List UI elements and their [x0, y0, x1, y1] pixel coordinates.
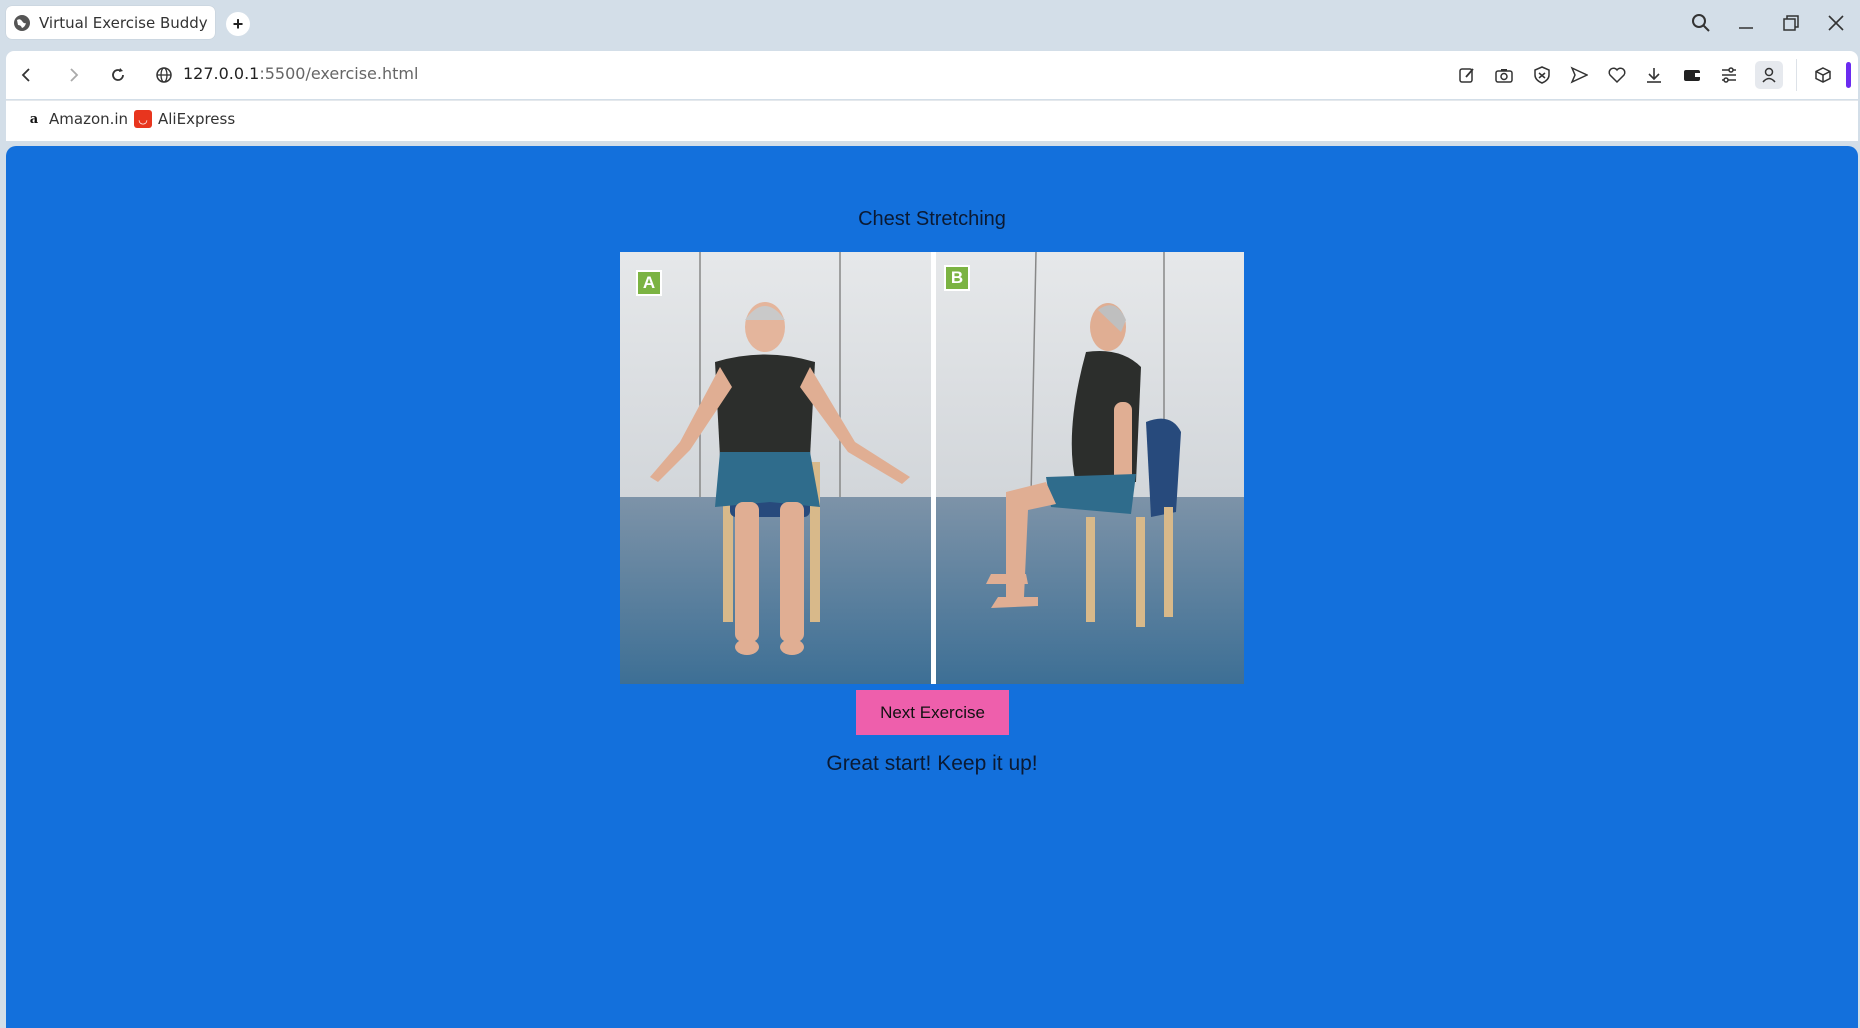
camera-icon[interactable]	[1493, 64, 1515, 86]
url-host: 127.0.0.1	[183, 64, 260, 83]
edit-icon[interactable]	[1456, 64, 1478, 86]
forward-icon[interactable]	[59, 61, 87, 89]
aliexpress-icon: ◡	[134, 110, 152, 128]
exercise-image-side-view: B	[936, 252, 1244, 684]
bookmarks-bar: a Amazon.in ◡ AliExpress	[6, 100, 1858, 141]
url-path: :5500/exercise.html	[259, 64, 419, 83]
site-info-icon[interactable]	[150, 61, 178, 89]
close-window-icon[interactable]	[1818, 8, 1854, 38]
page-content: Chest Stretching A B Next Exercise Great…	[6, 146, 1858, 1028]
exercise-title: Chest Stretching	[858, 208, 1006, 230]
search-tabs-icon[interactable]	[1683, 8, 1719, 38]
address-bar[interactable]: 127.0.0.1:5500/exercise.html	[183, 64, 418, 83]
browser-tab[interactable]: Virtual Exercise Buddy	[6, 6, 215, 39]
profile-icon[interactable]	[1755, 61, 1783, 89]
back-icon[interactable]	[13, 61, 41, 89]
browser-toolbar: 127.0.0.1:5500/exercise.html	[6, 51, 1858, 99]
send-icon[interactable]	[1568, 64, 1590, 86]
restore-icon[interactable]	[1773, 8, 1809, 38]
download-icon[interactable]	[1643, 64, 1665, 86]
new-tab-button[interactable]: +	[226, 12, 250, 36]
tab-strip: Virtual Exercise Buddy +	[0, 0, 1860, 48]
exercise-image: A B	[620, 252, 1244, 684]
settings-sliders-icon[interactable]	[1718, 64, 1740, 86]
bookmark-label: AliExpress	[158, 110, 236, 128]
extensions-box-icon[interactable]	[1812, 64, 1834, 86]
reload-icon[interactable]	[104, 61, 132, 89]
bookmark-amazon[interactable]: a Amazon.in	[25, 110, 128, 128]
minimize-icon[interactable]	[1728, 8, 1764, 38]
toolbar-divider	[1796, 59, 1797, 91]
exercise-image-front-view: A	[620, 252, 931, 684]
sidebar-toggle[interactable]	[1846, 62, 1851, 88]
wallet-icon[interactable]	[1681, 64, 1703, 86]
tab-title: Virtual Exercise Buddy	[39, 13, 208, 32]
heart-icon[interactable]	[1606, 64, 1628, 86]
amazon-icon: a	[29, 111, 39, 127]
bookmark-aliexpress[interactable]: ◡ AliExpress	[134, 110, 235, 128]
globe-icon	[14, 14, 30, 31]
shield-icon[interactable]	[1531, 64, 1553, 86]
photo-label-b: B	[944, 265, 970, 291]
next-exercise-button[interactable]: Next Exercise	[856, 690, 1009, 735]
encouragement-message: Great start! Keep it up!	[826, 752, 1038, 775]
photo-label-a: A	[636, 270, 662, 296]
bookmark-label: Amazon.in	[49, 110, 129, 128]
